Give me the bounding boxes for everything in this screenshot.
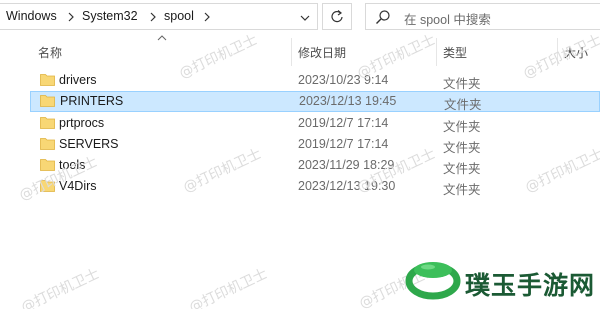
- sort-ascending-icon: [157, 35, 167, 41]
- file-row[interactable]: V4Dirs 2023/12/13 19:30 文件夹: [30, 176, 600, 197]
- file-row-selected[interactable]: PRINTERS 2023/12/13 19:45 文件夹: [30, 91, 600, 112]
- watermark: @打印机卫士: [18, 265, 102, 309]
- file-type: 文件夹: [443, 183, 481, 197]
- chevron-down-icon[interactable]: [295, 8, 315, 27]
- folder-icon: [40, 138, 55, 150]
- file-row[interactable]: tools 2023/11/29 18:29 文件夹: [30, 155, 600, 176]
- top-bar: Windows System32 spool 在 spool 中搜索: [0, 0, 600, 34]
- address-bar[interactable]: Windows System32 spool: [0, 3, 318, 30]
- file-type: 文件夹: [443, 141, 481, 155]
- folder-icon: [40, 117, 55, 129]
- search-icon: [376, 10, 390, 24]
- chevron-right-icon[interactable]: [66, 11, 76, 23]
- refresh-icon: [331, 10, 343, 23]
- file-date: 2019/12/7 17:14: [298, 116, 389, 130]
- logo-text: 璞玉手游网: [465, 271, 596, 300]
- file-type: 文件夹: [444, 98, 482, 112]
- refresh-button[interactable]: [322, 3, 352, 30]
- column-header-type[interactable]: 类型: [443, 44, 467, 61]
- file-name: drivers: [59, 73, 97, 87]
- file-date: 2023/12/13 19:45: [299, 94, 397, 108]
- chevron-right-icon[interactable]: [202, 11, 212, 23]
- file-type: 文件夹: [443, 162, 481, 176]
- file-name: PRINTERS: [60, 94, 124, 108]
- file-row[interactable]: prtprocs 2019/12/7 17:14 文件夹: [30, 113, 600, 134]
- search-input[interactable]: 在 spool 中搜索: [404, 9, 491, 28]
- file-name: prtprocs: [59, 116, 105, 130]
- column-header-date[interactable]: 修改日期: [298, 44, 346, 61]
- file-type: 文件夹: [443, 120, 481, 134]
- watermark: @打印机卫士: [186, 265, 270, 309]
- folder-icon: [40, 95, 55, 107]
- file-row[interactable]: drivers 2023/10/23 9:14 文件夹: [30, 70, 600, 91]
- breadcrumb-system32[interactable]: System32: [82, 9, 138, 23]
- folder-icon: [40, 74, 55, 86]
- file-row[interactable]: SERVERS 2019/12/7 17:14 文件夹: [30, 134, 600, 155]
- file-date: 2019/12/7 17:14: [298, 137, 389, 151]
- file-type: 文件夹: [443, 77, 481, 91]
- column-header-name[interactable]: 名称: [38, 44, 62, 61]
- breadcrumb-windows[interactable]: Windows: [6, 9, 57, 23]
- search-box[interactable]: 在 spool 中搜索: [365, 3, 600, 30]
- logo-icon: [405, 262, 461, 300]
- file-name: SERVERS: [59, 137, 119, 151]
- breadcrumb-spool[interactable]: spool: [164, 9, 194, 23]
- chevron-right-icon[interactable]: [148, 11, 158, 23]
- column-divider[interactable]: [291, 38, 292, 66]
